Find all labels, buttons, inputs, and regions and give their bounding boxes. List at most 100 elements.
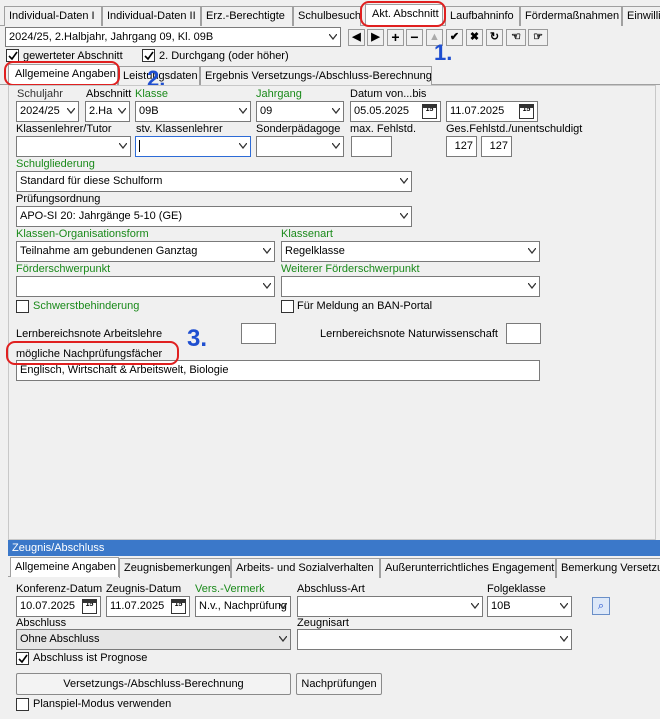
calendar-icon[interactable]: 15	[519, 104, 534, 119]
zeugnis-datum-label: Zeugnis-Datum	[106, 583, 182, 595]
report-preview-icon[interactable]: ⌕	[592, 597, 610, 615]
datum-label: Datum von...bis	[350, 88, 427, 100]
pruefungsordnung-value: APO-SI 20: Jahrgänge 5-10 (GE)	[20, 210, 183, 222]
klassenlehrer-select[interactable]	[16, 136, 131, 157]
fehlstd-gesamt-value: 127	[454, 140, 473, 152]
abschluss-select[interactable]: Ohne Abschluss	[16, 629, 291, 650]
chevron-down-icon	[239, 143, 247, 149]
vers-vermerk-value: N.v., Nachprüfung	[199, 600, 287, 612]
foerderschwerpunkt-label: Förderschwerpunkt	[16, 263, 111, 275]
hand-right-icon[interactable]: ☞	[528, 29, 548, 46]
zeugnis-datum-field[interactable]: 11.07.2025 15	[106, 596, 190, 617]
fehlstd-gesamt-field[interactable]: 127	[446, 136, 477, 157]
folgeklasse-label: Folgeklasse	[487, 583, 546, 595]
zeugnis-header-text: Zeugnis/Abschluss	[12, 542, 105, 554]
klassenart-value: Regelklasse	[285, 245, 345, 257]
datum-bis-field[interactable]: 11.07.2025 15	[446, 101, 538, 122]
jahrgang-select[interactable]: 09	[256, 101, 344, 122]
tab-laufbahninfo[interactable]: Laufbahninfo	[445, 6, 520, 26]
tab-ergebnis-berechnung[interactable]: Ergebnis Versetzungs-/Abschluss-Berechnu…	[200, 66, 432, 86]
calendar-icon[interactable]: 15	[82, 599, 97, 614]
chevron-down-icon	[471, 603, 479, 609]
lernbereich-arbeitslehre-label: Lernbereichsnote Arbeitslehre	[16, 328, 163, 340]
tab-einwilligungen[interactable]: Einwilligungen	[622, 6, 660, 26]
tab-zeugnisbemerkungen[interactable]: Zeugnisbemerkungen	[119, 558, 231, 578]
hand-left-icon[interactable]: ☜	[506, 29, 526, 46]
chevron-down-icon	[560, 636, 568, 642]
cancel-icon[interactable]: ✖	[466, 29, 483, 46]
chevron-down-icon	[263, 283, 271, 289]
tab-schulbesuch[interactable]: Schulbesuch	[293, 6, 361, 26]
stv-klassenlehrer-select[interactable]	[135, 136, 251, 157]
tab-ausserunterrichtliches-engagement[interactable]: Außerunterrichtliches Engagement	[380, 558, 556, 578]
abschluss-art-label: Abschluss-Art	[297, 583, 365, 595]
tab-individual-daten-2[interactable]: Individual-Daten II	[102, 6, 201, 26]
tab-individual-daten-1[interactable]: Individual-Daten I	[4, 6, 102, 26]
tab-erz-berechtigte[interactable]: Erz.-Berechtigte	[201, 6, 293, 26]
klassenart-select[interactable]: Regelklasse	[281, 241, 540, 262]
delete-icon[interactable]: −	[406, 29, 423, 46]
prev-icon[interactable]: ◀	[348, 29, 365, 46]
zeugnisart-select[interactable]	[297, 629, 572, 650]
prognose-checkbox[interactable]	[16, 652, 29, 665]
lernbereich-naturwissenschaft-field[interactable]	[506, 323, 541, 344]
schulgliederung-select[interactable]: Standard für diese Schulform	[16, 171, 412, 192]
planspiel-checkbox[interactable]	[16, 698, 29, 711]
abschnitt-select[interactable]: 2.Ha	[85, 101, 130, 122]
schuljahr-value: 2024/25	[20, 105, 60, 117]
chevron-down-icon	[119, 143, 127, 149]
schuljahr-select[interactable]: 2024/25	[16, 101, 79, 122]
refresh-icon[interactable]: ↻	[486, 29, 503, 46]
check-icon	[144, 51, 154, 61]
fehlstd-unentschuldigt-field[interactable]: 127	[481, 136, 512, 157]
foerderschwerpunkt-select[interactable]	[16, 276, 275, 297]
tab-arbeits-sozialverhalten[interactable]: Arbeits- und Sozialverhalten	[231, 558, 380, 578]
schulgliederung-label: Schulgliederung	[16, 158, 95, 170]
annotation-three: 3.	[187, 325, 208, 352]
folgeklasse-value: 10B	[491, 600, 511, 612]
max-fehlstd-label: max. Fehlstd.	[350, 123, 417, 135]
weiterer-foerderschwerpunkt-select[interactable]	[281, 276, 540, 297]
chevron-down-icon	[400, 213, 408, 219]
add-icon[interactable]: +	[387, 29, 404, 46]
klassenlehrer-label: Klassenlehrer/Tutor	[16, 123, 112, 135]
durchgang-checkbox[interactable]	[142, 49, 155, 62]
nachpruefungen-button[interactable]: Nachprüfungen	[296, 673, 382, 695]
abschluss-art-select[interactable]	[297, 596, 483, 617]
chevron-down-icon	[279, 603, 287, 609]
section-select[interactable]: 2024/25, 2.Halbjahr, Jahrgang 09, Kl. 09…	[5, 27, 341, 47]
next-icon[interactable]: ▶	[367, 29, 384, 46]
sonderpaedagoge-select[interactable]	[256, 136, 344, 157]
tab-foerdermassnahmen[interactable]: Fördermaßnahmen	[520, 6, 622, 26]
zeugnis-datum-value: 11.07.2025	[110, 600, 165, 612]
chevron-down-icon	[332, 143, 340, 149]
vers-vermerk-select[interactable]: N.v., Nachprüfung	[195, 596, 291, 617]
klassen-organisationsform-value: Teilnahme am gebundenen Ganztag	[20, 245, 198, 257]
section-select-value: 2024/25, 2.Halbjahr, Jahrgang 09, Kl. 09…	[9, 31, 214, 43]
klassen-organisationsform-select[interactable]: Teilnahme am gebundenen Ganztag	[16, 241, 275, 262]
tab-bemerkung-versetzung[interactable]: Bemerkung Versetzung	[556, 558, 660, 578]
highlight-nachpruefungsfaecher	[6, 341, 179, 365]
pruefungsordnung-select[interactable]: APO-SI 20: Jahrgänge 5-10 (GE)	[16, 206, 412, 227]
chevron-down-icon	[239, 108, 247, 114]
calendar-icon[interactable]: 15	[171, 599, 186, 614]
annotation-one: 1.	[434, 40, 453, 65]
konferenz-datum-field[interactable]: 10.07.2025 15	[16, 596, 101, 617]
chevron-down-icon	[279, 636, 287, 642]
jahrgang-value: 09	[260, 105, 273, 117]
durchgang-label: 2. Durchgang (oder höher)	[159, 50, 289, 62]
stv-klassenlehrer-label: stv. Klassenlehrer	[136, 123, 223, 135]
pruefungsordnung-label: Prüfungsordnung	[16, 193, 101, 205]
klasse-select[interactable]: 09B	[135, 101, 251, 122]
calendar-icon[interactable]: 15	[422, 104, 437, 119]
versetzungs-berechnung-button[interactable]: Versetzungs-/Abschluss-Berechnung	[16, 673, 291, 695]
max-fehlstd-field[interactable]	[351, 136, 392, 157]
lernbereich-arbeitslehre-field[interactable]	[241, 323, 276, 344]
tab-zeugnis-allgemeine-angaben[interactable]: Allgemeine Angaben	[10, 557, 119, 577]
folgeklasse-select[interactable]: 10B	[487, 596, 572, 617]
schwerstbehinderung-checkbox[interactable]	[16, 300, 29, 313]
nachpruefungsfaecher-value: Englisch, Wirtschaft & Arbeitswelt, Biol…	[20, 364, 229, 376]
planspiel-label: Planspiel-Modus verwenden	[33, 698, 172, 710]
datum-von-field[interactable]: 05.05.2025 15	[350, 101, 441, 122]
ban-portal-checkbox[interactable]	[281, 300, 294, 313]
